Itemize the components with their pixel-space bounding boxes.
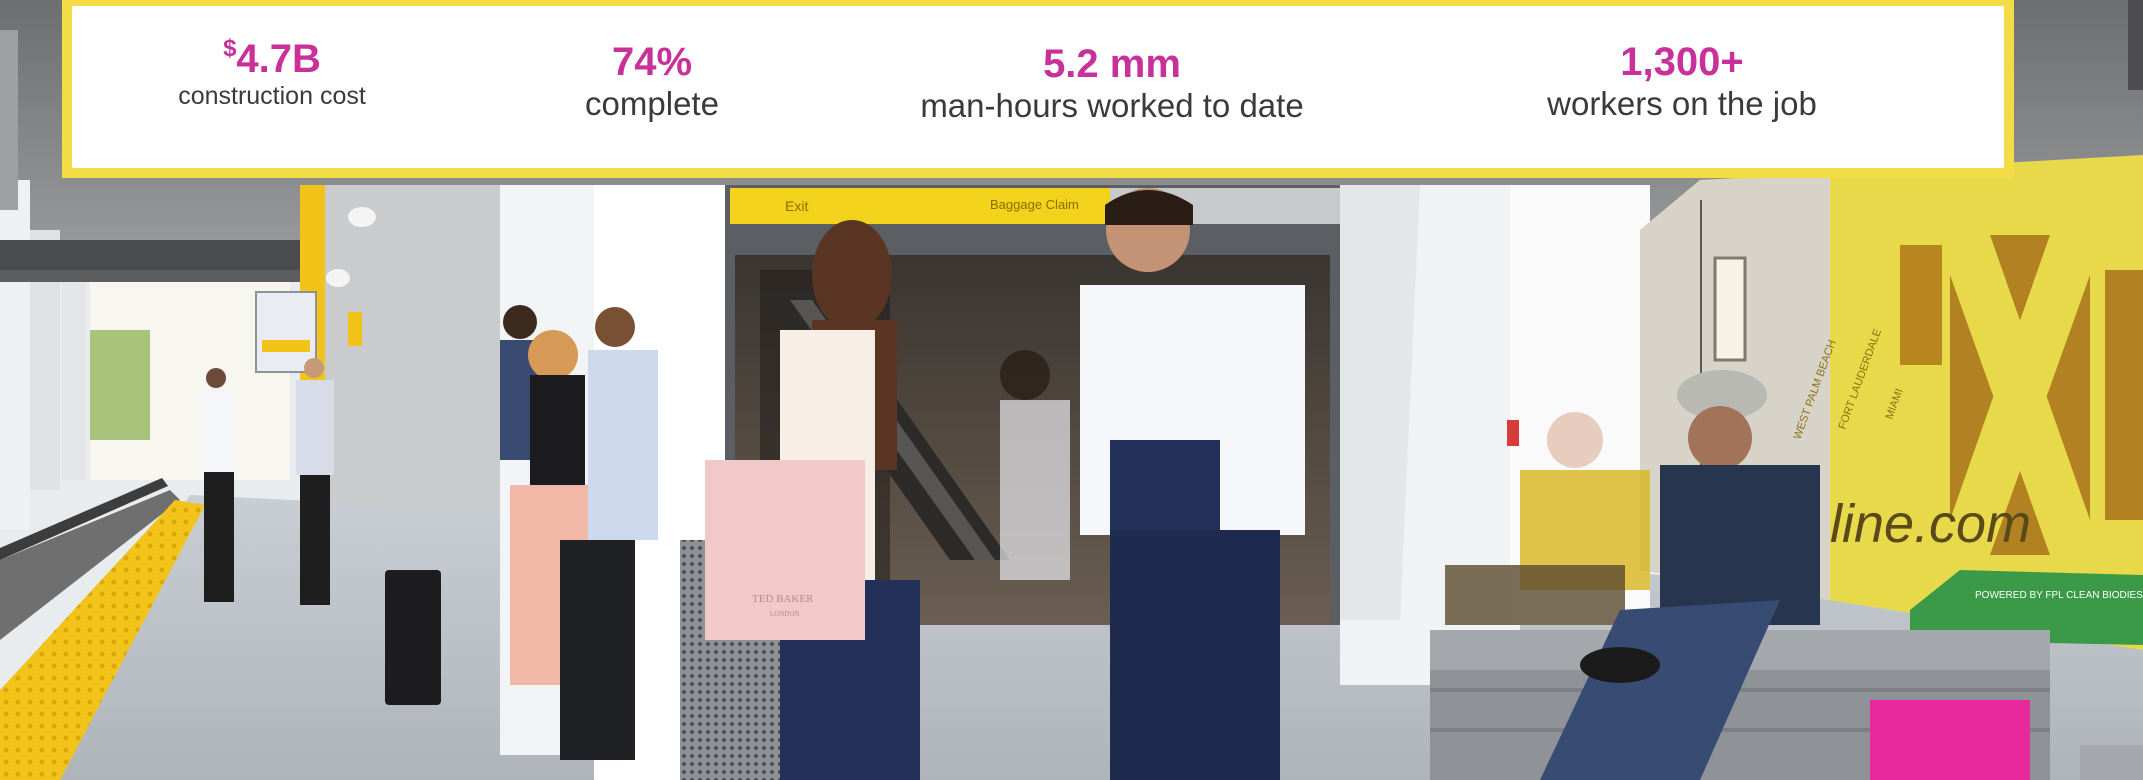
project-stats-panel: $4.7B construction cost 74% complete 5.2… [62, 0, 2014, 178]
stat-label: construction cost [178, 82, 366, 110]
svg-text:TED BAKER: TED BAKER [752, 593, 814, 605]
stat-number: 1,300+ [1620, 40, 1744, 84]
svg-text:Exit: Exit [785, 198, 808, 214]
stat-value: $4.7B [132, 35, 412, 82]
bench [1430, 630, 2143, 780]
svg-text:POWERED BY FPL CLEAN BIODIESEL: POWERED BY FPL CLEAN BIODIESEL [1975, 590, 2143, 601]
currency-symbol: $ [223, 35, 237, 62]
svg-text:Baggage Claim: Baggage Claim [990, 197, 1079, 212]
stat-label: man-hours worked to date [920, 87, 1304, 124]
column-left [0, 180, 30, 530]
stat-workers: 1,300+ workers on the job [1482, 40, 1882, 124]
svg-text:LONDON: LONDON [770, 610, 800, 618]
stat-label: complete [585, 85, 719, 122]
stat-number: 74% [611, 40, 693, 84]
stat-number: 4.7B [236, 37, 321, 81]
stat-number: 5.2 mm [1043, 42, 1181, 86]
stat-construction-cost: $4.7B construction cost [132, 37, 412, 111]
stat-completion: 74% complete [532, 40, 772, 124]
stat-label: workers on the job [1547, 85, 1817, 122]
svg-text:line.com: line.com [1830, 494, 2031, 554]
stat-man-hours: 5.2 mm man-hours worked to date [892, 42, 1332, 126]
wayfinding-sign [255, 291, 317, 373]
